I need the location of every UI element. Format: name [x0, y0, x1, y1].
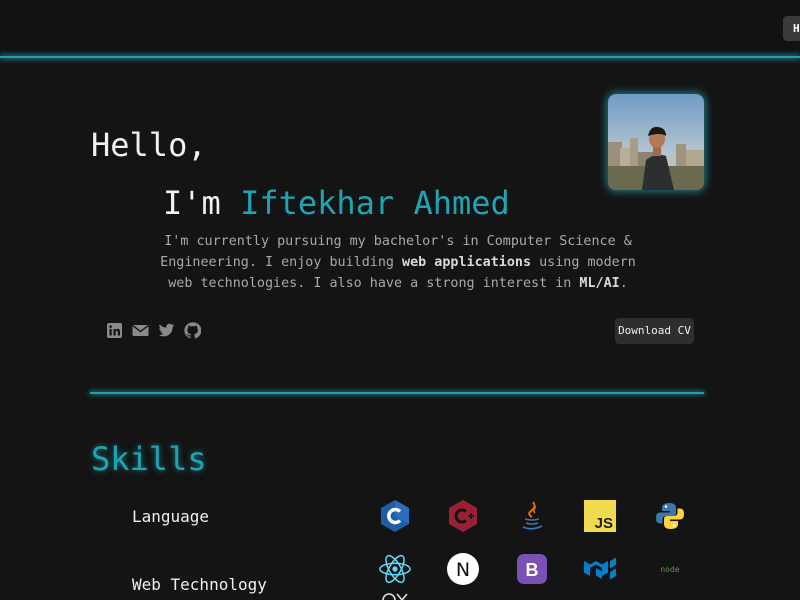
section-divider [90, 392, 704, 394]
portfolio-page: Home Hello, I'm Iftekhar Ahmed I'm curre… [0, 0, 800, 600]
node-badge-text: node [660, 565, 679, 574]
framework-icon-partial [378, 590, 412, 600]
download-cv-button[interactable]: Download CV [615, 318, 694, 344]
intro-prefix: I'm [163, 184, 241, 222]
author-name: Iftekhar Ahmed [240, 184, 510, 222]
profile-photo [608, 94, 704, 190]
bootstrap-badge-text: B [526, 560, 539, 580]
top-navbar: Home [0, 0, 800, 57]
java-icon [515, 499, 549, 533]
js-badge-text: JS [595, 515, 613, 532]
nodejs-icon: node [653, 552, 687, 586]
next-badge-text: N [456, 559, 470, 581]
nextjs-icon: N [446, 552, 480, 586]
twitter-icon[interactable] [158, 322, 175, 339]
c-icon [378, 499, 412, 533]
skill-category-web: Web Technology [132, 575, 267, 594]
greeting: Hello, [91, 126, 207, 164]
cpp-icon [446, 499, 480, 533]
bio-part-3: . [619, 276, 628, 291]
home-nav-button[interactable]: Home [783, 16, 800, 41]
github-icon[interactable] [184, 322, 201, 339]
navbar-glow-line [0, 56, 800, 58]
bio-highlight-web: web applications [402, 255, 532, 270]
bio-highlight-ml: ML/AI [579, 276, 620, 291]
email-icon[interactable] [132, 322, 149, 339]
bootstrap-icon: B [515, 552, 549, 586]
skills-heading: Skills [91, 440, 207, 478]
python-icon [653, 499, 687, 533]
intro-heading: I'm Iftekhar Ahmed [163, 184, 510, 222]
bio-text: I'm currently pursuing my bachelor's in … [150, 231, 646, 294]
skill-category-language: Language [132, 507, 210, 526]
material-ui-icon [583, 552, 617, 586]
react-icon [378, 552, 412, 586]
linkedin-icon[interactable] [106, 322, 123, 339]
javascript-icon: JS [583, 499, 617, 533]
